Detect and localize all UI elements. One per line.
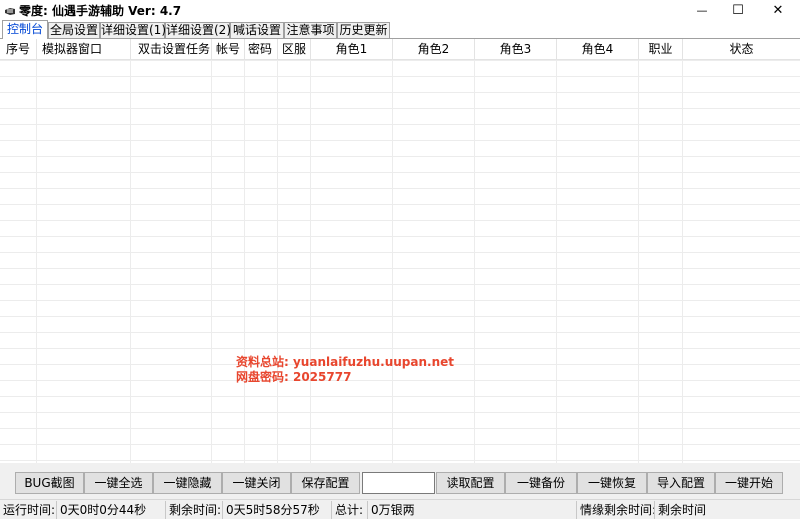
account-table[interactable]: 序号 模拟器窗口 双击设置任务 帐号 密码 区服 角色1 角色2 角色3 角色4… (0, 39, 800, 463)
column-divider (130, 60, 131, 463)
tab-detail-settings-1[interactable]: 详细设置(1) (100, 22, 166, 38)
title-bar[interactable]: 零度: 仙遇手游辅助 Ver: 4.7 — ☐ ✕ (0, 0, 800, 20)
column-divider (211, 60, 212, 463)
action-bar: BUG截图 一键全选 一键隐藏 一键关闭 保存配置 读取配置 一键备份 一键恢复… (0, 463, 800, 499)
tab-notes[interactable]: 注意事项 (284, 22, 337, 38)
watermark-password: 网盘密码: 2025777 (236, 370, 352, 384)
maximize-icon: ☐ (732, 2, 744, 18)
table-body[interactable] (0, 60, 800, 463)
column-header-role-3[interactable]: 角色3 (475, 39, 557, 60)
watermark-site: 资料总站: yuanlaifuzhu.uupan.net (236, 355, 454, 369)
start-all-button[interactable]: 一键开始 (715, 472, 783, 494)
select-all-button[interactable]: 一键全选 (84, 472, 153, 494)
tab-detail-settings-2[interactable]: 详细设置(2) (165, 22, 231, 38)
column-divider (244, 60, 245, 463)
column-header-task[interactable]: 双击设置任务 (131, 39, 212, 60)
column-header-status[interactable]: 状态 (683, 39, 800, 60)
column-divider (682, 60, 683, 463)
status-bar: 运行时间: 0天0时0分44秒 剩余时间: 0天5时58分57秒 总计: 0万银… (0, 499, 800, 519)
tab-history[interactable]: 历史更新 (337, 22, 390, 38)
column-header-account[interactable]: 帐号 (212, 39, 245, 60)
minimize-button[interactable]: — (682, 0, 722, 20)
restore-button[interactable]: 一键恢复 (577, 472, 647, 494)
console-panel: 序号 模拟器窗口 双击设置任务 帐号 密码 区服 角色1 角色2 角色3 角色4… (0, 38, 800, 463)
column-divider (392, 60, 393, 463)
column-header-role-4[interactable]: 角色4 (557, 39, 639, 60)
column-header-password[interactable]: 密码 (245, 39, 278, 60)
runtime-label: 运行时间: (0, 501, 57, 519)
column-header-index[interactable]: 序号 (0, 39, 37, 60)
tab-shout-settings[interactable]: 喊话设置 (230, 22, 284, 38)
window-title: 零度: 仙遇手游辅助 Ver: 4.7 (19, 4, 182, 18)
total-label: 总计: (332, 501, 368, 519)
hide-all-button[interactable]: 一键隐藏 (153, 472, 222, 494)
tab-global-settings[interactable]: 全局设置 (48, 22, 100, 38)
column-divider (310, 60, 311, 463)
save-config-button[interactable]: 保存配置 (291, 472, 360, 494)
config-name-input[interactable] (362, 472, 435, 494)
watermark-text: 资料总站: yuanlaifuzhu.uupan.net 网盘密码: 20257… (236, 355, 454, 385)
column-header-emulator-window[interactable]: 模拟器窗口 (37, 39, 131, 60)
hand-pointer-icon (4, 5, 16, 15)
close-button[interactable]: ✕ (758, 0, 798, 20)
column-divider (36, 60, 37, 463)
column-header-role-2[interactable]: 角色2 (393, 39, 475, 60)
minimize-icon: — (696, 3, 708, 17)
column-header-class[interactable]: 职业 (639, 39, 683, 60)
emotion-remaining-label: 情缘剩余时间: (577, 501, 655, 519)
maximize-button[interactable]: ☐ (718, 0, 758, 20)
column-header-server[interactable]: 区服 (278, 39, 311, 60)
remaining-value: 0天5时58分57秒 (223, 501, 332, 519)
tab-console[interactable]: 控制台 (2, 20, 48, 39)
table-header: 序号 模拟器窗口 双击设置任务 帐号 密码 区服 角色1 角色2 角色3 角色4… (0, 39, 800, 60)
close-all-button[interactable]: 一键关闭 (222, 472, 291, 494)
emotion-remaining-value: 剩余时间 (658, 503, 707, 517)
remaining-label: 剩余时间: (166, 501, 223, 519)
total-value: 0万银两 (368, 501, 577, 519)
column-divider (474, 60, 475, 463)
backup-button[interactable]: 一键备份 (505, 472, 577, 494)
runtime-value: 0天0时0分44秒 (57, 501, 166, 519)
tab-strip: 控制台 全局设置 详细设置(1) 详细设置(2) 喊话设置 注意事项 历史更新 (0, 20, 800, 39)
bug-screenshot-button[interactable]: BUG截图 (15, 472, 84, 494)
read-config-button[interactable]: 读取配置 (436, 472, 505, 494)
close-icon: ✕ (772, 2, 784, 18)
import-config-button[interactable]: 导入配置 (647, 472, 715, 494)
column-divider (638, 60, 639, 463)
column-header-role-1[interactable]: 角色1 (311, 39, 393, 60)
column-divider (556, 60, 557, 463)
column-divider (277, 60, 278, 463)
